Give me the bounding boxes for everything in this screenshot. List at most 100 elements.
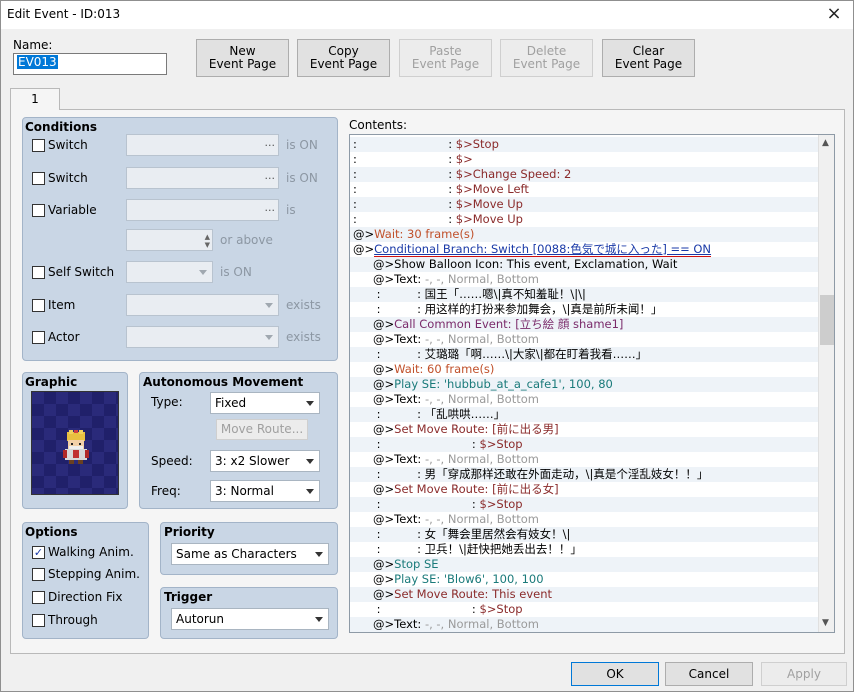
name-field[interactable]: EV013	[13, 53, 167, 75]
command-text: @>	[373, 362, 395, 376]
freq-select[interactable]: 3: Normal	[210, 480, 320, 502]
spin-down-icon[interactable]: ▼	[205, 242, 210, 249]
command-text: @>	[373, 257, 395, 271]
item-select[interactable]	[126, 294, 279, 316]
command-row[interactable]: @>Text: -, -, Normal, Bottom	[350, 617, 820, 632]
scroll-up-icon[interactable]: ▲	[822, 138, 829, 148]
command-text: : :	[373, 302, 425, 316]
command-row[interactable]: : : $>Stop	[350, 437, 820, 452]
through-checkbox[interactable]	[32, 614, 45, 627]
command-row[interactable]: : : 艾璐璐「啊……\|大家\|都在盯着我看……」	[350, 347, 820, 362]
command-row[interactable]: : : $>Move Up	[350, 212, 820, 227]
type-value: Fixed	[215, 396, 247, 410]
character-sprite-icon	[63, 430, 89, 464]
command-row[interactable]: @>Set Move Route: This event	[350, 587, 820, 602]
chevron-down-icon	[315, 617, 323, 622]
contents-scrollbar[interactable]: ▲ ▼	[818, 135, 834, 632]
delete-event-page-button[interactable]: Delete Event Page	[500, 39, 593, 77]
scroll-down-icon[interactable]: ▼	[822, 618, 829, 628]
command-text: @>	[373, 557, 395, 571]
command-row[interactable]: : : 男「穿成那样还敢在外面走动，\|真是个淫乱妓女！！」	[350, 467, 820, 482]
walking-anim-checkbox[interactable]: ✓	[32, 546, 45, 559]
command-row[interactable]: @>Stop SE	[350, 557, 820, 572]
command-row[interactable]: @>Text: -, -, Normal, Bottom	[350, 512, 820, 527]
priority-panel: Priority Same as Characters	[160, 522, 338, 575]
command-row[interactable]: @>Set Move Route: [前に出る男]	[350, 422, 820, 437]
self-switch-checkbox[interactable]	[32, 266, 45, 279]
command-text: -, -, Normal, Bottom	[424, 272, 539, 286]
clear-event-page-button[interactable]: Clear Event Page	[602, 39, 695, 77]
direction-fix-checkbox[interactable]	[32, 591, 45, 604]
copy-event-page-button[interactable]: Copy Event Page	[297, 39, 390, 77]
direction-fix-label: Direction Fix	[48, 590, 123, 604]
command-row[interactable]: @>Play SE: 'hubbub_at_a_cafe1', 100, 80	[350, 377, 820, 392]
scrollbar-thumb[interactable]	[820, 295, 834, 345]
command-text: @>Text:	[373, 272, 425, 286]
apply-button[interactable]: Apply	[761, 662, 847, 686]
move-route-button[interactable]: Move Route...	[216, 419, 308, 440]
command-row[interactable]: : : $>Move Up	[350, 197, 820, 212]
self-switch-select[interactable]	[126, 261, 213, 283]
command-row[interactable]: : : 「乱哄哄……」	[350, 407, 820, 422]
stepping-anim-checkbox[interactable]	[32, 568, 45, 581]
command-text: : :	[373, 287, 425, 301]
tab-page-1[interactable]: 1	[10, 88, 60, 110]
command-row[interactable]: : : $>	[350, 152, 820, 167]
contents-list[interactable]: : : $>Stop: : $>: : $>Change Speed: 2: :…	[349, 134, 835, 633]
switch1-checkbox[interactable]	[32, 139, 45, 152]
actor-checkbox[interactable]	[32, 331, 45, 344]
spin-up-icon[interactable]: ▲	[205, 234, 210, 241]
command-row[interactable]: : : $>Stop	[350, 497, 820, 512]
command-row[interactable]: @>Conditional Branch: Switch [0088:色気で城に…	[350, 242, 820, 258]
command-text: Wait: 30 frame(s)	[374, 227, 475, 241]
variable-value-stepper[interactable]: ▲ ▼	[126, 229, 213, 251]
command-row[interactable]: : : $>Stop	[350, 602, 820, 617]
graphic-preview[interactable]	[31, 391, 119, 495]
command-text: -, -, Normal, Bottom	[424, 617, 539, 631]
command-row[interactable]: : : $>Move Left	[350, 182, 820, 197]
command-text: : :	[373, 527, 425, 541]
paste-event-page-button[interactable]: Paste Event Page	[399, 39, 492, 77]
switch2-checkbox[interactable]	[32, 172, 45, 185]
command-row[interactable]: : : 女「舞会里居然会有妓女！\|	[350, 527, 820, 542]
command-row[interactable]: @>Text: -, -, Normal, Bottom	[350, 452, 820, 467]
trigger-select[interactable]: Autorun	[171, 608, 329, 630]
actor-select[interactable]	[126, 326, 279, 348]
speed-select[interactable]: 3: x2 Slower	[210, 450, 320, 472]
ok-button[interactable]: OK	[571, 662, 659, 686]
command-row[interactable]: @>Set Move Route: [前に出る女]	[350, 482, 820, 497]
command-row[interactable]: @>Play SE: 'Blow6', 100, 100	[350, 572, 820, 587]
switch1-field[interactable]: ...	[126, 134, 279, 156]
command-row[interactable]: : : $>Stop	[350, 137, 820, 152]
command-row[interactable]: @>Text: -, -, Normal, Bottom	[350, 392, 820, 407]
command-row[interactable]: @>Text: -, -, Normal, Bottom	[350, 272, 820, 287]
command-row[interactable]: @>Text: -, -, Normal, Bottom	[350, 332, 820, 347]
command-text: 「乱哄哄……」	[424, 407, 506, 421]
command-text: 国王「……嗯\|真不知羞耻！\|\|	[424, 287, 586, 301]
variable-field[interactable]: ...	[126, 199, 279, 221]
variable-checkbox[interactable]	[32, 204, 45, 217]
switch2-label: Switch	[48, 171, 88, 185]
command-row[interactable]: @>Wait: 60 frame(s)	[350, 362, 820, 377]
command-row[interactable]: @>Show Balloon Icon: This event, Exclama…	[350, 257, 820, 272]
command-row[interactable]: : : 卫兵！\|赶快把她丢出去！！」	[350, 542, 820, 557]
new-event-page-button[interactable]: New Event Page	[196, 39, 289, 77]
command-text: $>Stop	[479, 602, 523, 616]
command-row[interactable]: @>Wait: 30 frame(s)	[350, 227, 820, 242]
command-row[interactable]: : : $>Change Speed: 2	[350, 167, 820, 182]
switch2-field[interactable]: ...	[126, 167, 279, 189]
command-text: @>Text:	[373, 452, 425, 466]
type-select[interactable]: Fixed	[210, 392, 320, 414]
chevron-down-icon	[265, 303, 273, 308]
item-checkbox[interactable]	[32, 299, 45, 312]
close-icon[interactable]: ×	[823, 4, 845, 26]
priority-select[interactable]: Same as Characters	[171, 543, 329, 565]
actor-suffix: exists	[286, 330, 321, 344]
self-switch-suffix: is ON	[220, 265, 252, 279]
command-row[interactable]: : : 国王「……嗯\|真不知羞耻！\|\|	[350, 287, 820, 302]
command-text: @>	[373, 482, 395, 496]
command-row[interactable]: : : 用这样的打扮来参加舞会，\|真是前所未闻！」	[350, 302, 820, 317]
command-text: Set Move Route: [前に出る男]	[394, 422, 559, 436]
cancel-button[interactable]: Cancel	[665, 662, 753, 686]
command-row[interactable]: @>Call Common Event: [立ち絵 顔 shame1]	[350, 317, 820, 332]
